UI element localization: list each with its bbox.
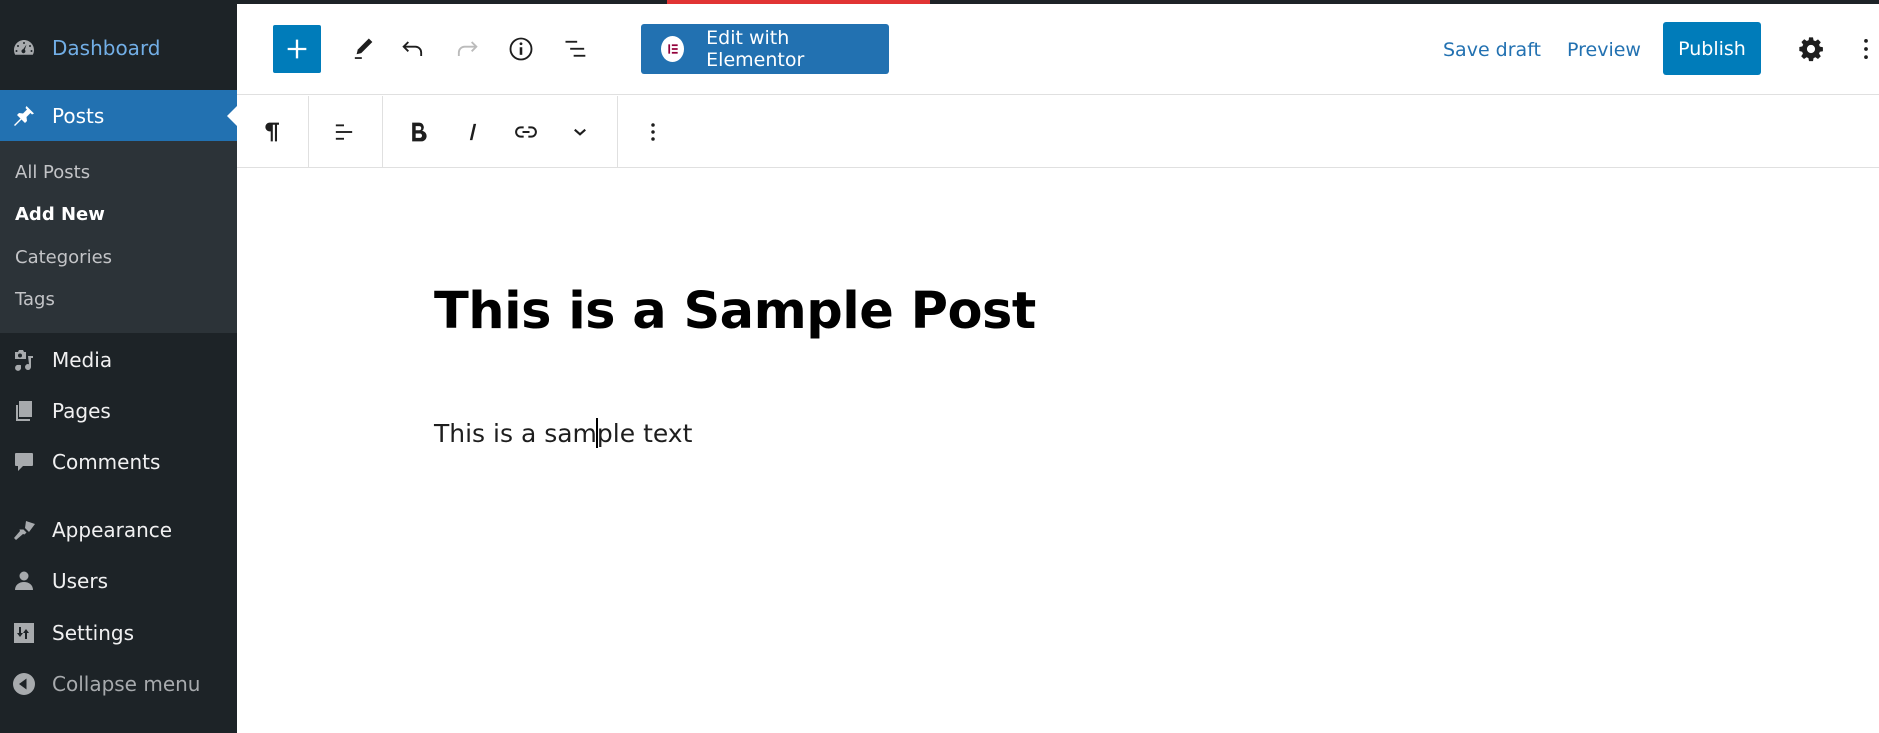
sidebar-item-label: Comments (52, 450, 161, 474)
tools-button[interactable] (341, 27, 385, 71)
editor-header-toolbar: Edit with Elementor Save draft Preview P… (237, 4, 1879, 95)
submenu-item-add-new[interactable]: Add New (15, 203, 105, 227)
toolbar-separator (308, 96, 309, 167)
block-options-button[interactable] (631, 110, 675, 154)
post-title[interactable]: This is a Sample Post (434, 282, 1036, 341)
italic-button[interactable] (451, 110, 495, 154)
appearance-icon (12, 518, 36, 542)
sidebar-item-label: Settings (52, 621, 135, 645)
users-icon (12, 569, 36, 593)
elementor-logo-icon (661, 36, 685, 62)
paragraph-block[interactable]: This is a sample text (434, 418, 692, 448)
posts-submenu: All Posts Add New Categories Tags (0, 141, 237, 333)
kebab-icon (639, 118, 667, 146)
comments-icon (12, 450, 36, 474)
paragraph-text-before-caret: This is a sam (434, 419, 597, 448)
collapse-arrow-icon (12, 672, 36, 696)
chevron-down-icon (566, 118, 594, 146)
paragraph-icon (258, 118, 286, 146)
sidebar-item-settings[interactable]: Settings (0, 608, 237, 658)
save-draft-button[interactable]: Save draft (1443, 28, 1541, 72)
toolbar-separator (382, 96, 383, 167)
publish-button[interactable]: Publish (1663, 22, 1761, 75)
admin-sidebar: Dashboard Posts All Posts Add New Catego… (0, 0, 237, 733)
align-icon (330, 118, 358, 146)
pin-icon (12, 104, 36, 128)
link-icon (512, 118, 540, 146)
undo-icon (399, 35, 427, 63)
list-view-button[interactable] (554, 27, 598, 71)
elementor-label: Edit with Elementor (706, 27, 805, 71)
sidebar-item-label: Media (52, 348, 113, 372)
redo-icon (453, 35, 481, 63)
bold-button[interactable] (396, 110, 440, 154)
progress-accent-bar (667, 0, 930, 4)
block-toolbar (237, 96, 1879, 168)
submenu-item-tags[interactable]: Tags (15, 288, 55, 312)
sidebar-item-label: Pages (52, 399, 111, 423)
sidebar-item-dashboard[interactable]: Dashboard (0, 23, 237, 73)
sidebar-item-pages[interactable]: Pages (0, 386, 237, 436)
details-button[interactable] (499, 27, 543, 71)
toolbar-separator (617, 96, 618, 167)
kebab-icon (1852, 35, 1879, 63)
admin-top-strip (0, 0, 1879, 4)
block-inserter-button[interactable] (273, 25, 321, 73)
list-view-icon (562, 35, 590, 63)
undo-button[interactable] (391, 27, 435, 71)
media-icon (12, 348, 36, 372)
paragraph-text-after-caret: ple text (596, 419, 693, 448)
block-type-paragraph-button[interactable] (250, 110, 294, 154)
align-button[interactable] (322, 110, 366, 154)
gear-icon (1797, 35, 1825, 63)
italic-icon (459, 118, 487, 146)
sidebar-item-appearance[interactable]: Appearance (0, 505, 237, 555)
redo-button[interactable] (445, 27, 489, 71)
sidebar-item-label: Dashboard (52, 36, 161, 60)
collapse-menu-button[interactable]: Collapse menu (0, 659, 237, 709)
sidebar-item-media[interactable]: Media (0, 335, 237, 385)
pages-icon (12, 399, 36, 423)
sidebar-item-posts[interactable]: Posts (0, 90, 237, 141)
sidebar-item-comments[interactable]: Comments (0, 437, 237, 487)
settings-toggle-button[interactable] (1789, 27, 1833, 71)
sidebar-item-label: Appearance (52, 518, 173, 542)
collapse-menu-label: Collapse menu (52, 672, 201, 696)
bold-icon (404, 118, 432, 146)
dashboard-icon (12, 36, 36, 60)
info-icon (507, 35, 535, 63)
submenu-item-all-posts[interactable]: All Posts (15, 161, 90, 185)
more-formatting-button[interactable] (558, 110, 602, 154)
preview-button[interactable]: Preview (1567, 28, 1641, 72)
sidebar-item-label: Users (52, 569, 109, 593)
plus-icon (283, 35, 311, 63)
sidebar-item-users[interactable]: Users (0, 556, 237, 606)
link-button[interactable] (504, 110, 548, 154)
submenu-item-categories[interactable]: Categories (15, 246, 112, 270)
settings-icon (12, 621, 36, 645)
pencil-icon (349, 35, 377, 63)
sidebar-item-label: Posts (52, 103, 105, 128)
options-menu-button[interactable] (1853, 27, 1879, 71)
active-indicator-arrow (227, 106, 237, 126)
edit-with-elementor-button[interactable]: Edit with Elementor (641, 24, 889, 74)
